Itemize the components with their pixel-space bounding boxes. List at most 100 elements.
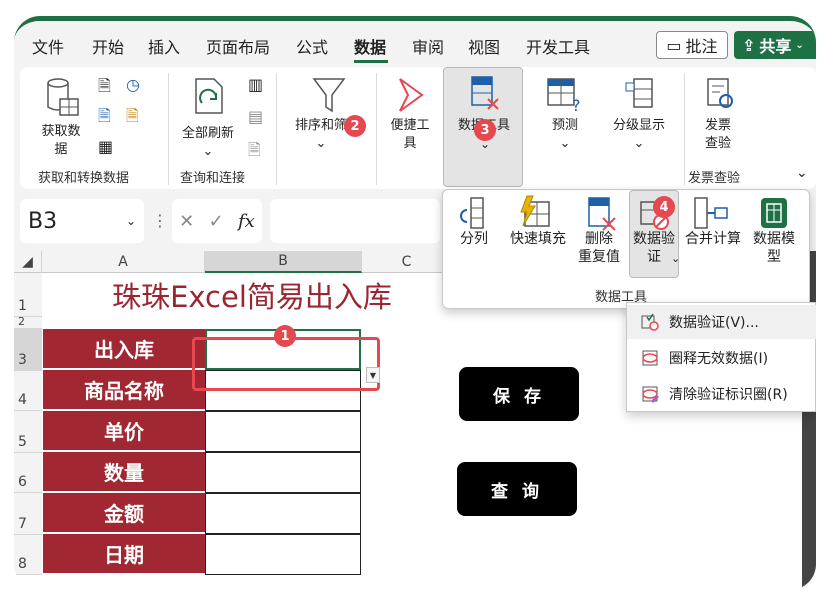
existing-connections-icon[interactable]: 🗎 xyxy=(126,105,139,132)
quick-tools-icon xyxy=(399,78,424,112)
share-button[interactable]: ⇪ 共享 ⌄ xyxy=(734,31,816,59)
tab-page-layout[interactable]: 页面布局 xyxy=(206,34,270,58)
remove-duplicates-icon xyxy=(588,197,616,231)
outline-icon xyxy=(625,78,653,108)
label-quantity[interactable]: 数量 xyxy=(43,452,205,492)
chevron-down-icon: ⌄ xyxy=(795,39,804,51)
text-to-columns-icon xyxy=(460,197,484,229)
from-web-icon[interactable]: 🗎 xyxy=(98,105,111,132)
name-box[interactable]: B3 ⌄ xyxy=(20,199,144,243)
tab-data[interactable]: 数据 xyxy=(354,34,386,58)
separator xyxy=(276,73,277,185)
quick-tools-button[interactable]: 便捷工 具 xyxy=(384,117,436,153)
dropdown-arrow-icon[interactable]: ▼ xyxy=(366,367,380,383)
formula-tools: ✕ ✓ fx xyxy=(172,199,262,243)
comment-button[interactable]: ▭ 批注 xyxy=(656,31,728,59)
row-header-7[interactable]: 7 xyxy=(14,493,42,535)
ribbon: 获取数 据 🗎 ◷ 🗎 🗎 ▦ 获取和转换数据 全部刷新 ⌄ ▥ ▤ 🗎 查询和连… xyxy=(20,67,816,189)
cancel-icon[interactable]: ✕ xyxy=(179,211,194,232)
outline-button[interactable]: 分级显示 ⌄ xyxy=(604,117,674,153)
filter-icon xyxy=(312,78,346,113)
refresh-all-icon xyxy=(195,78,223,114)
label-unit-price[interactable]: 单价 xyxy=(43,411,205,451)
menu-bar: 文件 开始 插入 页面布局 公式 数据 审阅 视图 开发工具 ▭ 批注 ⇪ 共享… xyxy=(14,21,816,67)
consolidate-button[interactable]: 合并计算 xyxy=(681,230,745,248)
formula-input[interactable] xyxy=(270,199,440,243)
invoice-check-button[interactable]: 发票 查验 xyxy=(696,117,740,153)
data-validation-menu: 数据验证(V)... 圈释无效数据(I) 清除验证标识圈(R) xyxy=(626,302,816,412)
menu-item-data-validation[interactable]: 数据验证(V)... xyxy=(627,305,816,339)
menu-item-label: 圈释无效数据(I) xyxy=(669,351,769,367)
menu-item-label: 清除验证标识圈(R) xyxy=(669,387,788,403)
get-data-button[interactable]: 获取数 据 xyxy=(36,123,86,159)
cell-b8[interactable] xyxy=(205,534,361,575)
database-icon xyxy=(47,78,79,116)
text-to-columns-button[interactable]: 分列 xyxy=(457,230,491,248)
save-button[interactable]: 保 存 xyxy=(459,367,579,421)
sheet-title[interactable]: 珠珠Excel简易出入库 xyxy=(42,273,462,317)
chevron-down-icon: ⌄ xyxy=(125,214,136,228)
ribbon-collapse-icon[interactable]: ⌄ xyxy=(796,165,808,181)
confirm-icon[interactable]: ✓ xyxy=(209,211,224,232)
column-header-c[interactable]: C xyxy=(362,251,452,273)
consolidate-icon xyxy=(694,197,728,229)
flash-fill-button[interactable]: 快速填充 xyxy=(505,230,571,248)
row-header-1[interactable]: 1 xyxy=(14,273,42,317)
tab-home[interactable]: 开始 xyxy=(92,34,124,58)
label-amount[interactable]: 金额 xyxy=(43,493,205,533)
row-header-3[interactable]: 3 xyxy=(14,329,42,371)
properties-icon[interactable]: ▤ xyxy=(248,107,263,126)
queries-icon[interactable]: ▥ xyxy=(248,75,263,94)
more-options-icon: ⋮ xyxy=(152,211,168,230)
remove-duplicates-button[interactable]: 删除 重复值 xyxy=(573,230,625,266)
chevron-down-icon: ⌄ xyxy=(671,252,681,265)
query-button[interactable]: 查 询 xyxy=(457,462,577,516)
refresh-all-button[interactable]: 全部刷新 ⌄ xyxy=(176,125,240,161)
invoice-check-icon xyxy=(707,78,733,108)
data-model-button[interactable]: 数据模 型 xyxy=(747,230,801,266)
column-header-a[interactable]: A xyxy=(42,251,205,273)
row-header-2[interactable]: 2 xyxy=(14,315,42,329)
share-icon: ⇪ xyxy=(742,35,756,55)
label-date[interactable]: 日期 xyxy=(43,534,205,574)
menu-item-clear-circles[interactable]: 清除验证标识圈(R) xyxy=(627,377,816,411)
label-in-out[interactable]: 出入库 xyxy=(43,329,205,369)
step-badge-4: 4 xyxy=(653,196,675,218)
forecast-button[interactable]: 预测 ⌄ xyxy=(540,117,590,153)
label-product-name[interactable]: 商品名称 xyxy=(43,370,205,410)
tab-review[interactable]: 审阅 xyxy=(412,34,444,58)
group-invoice-label: 发票查验 xyxy=(688,171,741,186)
data-validation-small-icon xyxy=(641,313,659,331)
separator xyxy=(684,73,685,185)
name-box-value: B3 xyxy=(28,208,58,234)
tab-view[interactable]: 视图 xyxy=(468,34,500,58)
edit-links-icon[interactable]: 🗎 xyxy=(248,139,261,166)
cell-b7[interactable] xyxy=(205,493,361,534)
group-queries-label: 查询和连接 xyxy=(180,171,246,186)
step-badge-2: 2 xyxy=(344,115,366,137)
separator xyxy=(376,73,377,185)
column-header-b[interactable]: B xyxy=(205,251,362,273)
tab-developer[interactable]: 开发工具 xyxy=(526,34,590,58)
step-badge-3: 3 xyxy=(474,119,496,141)
tab-file[interactable]: 文件 xyxy=(32,34,64,58)
insert-function-icon[interactable]: fx xyxy=(238,211,255,232)
tab-insert[interactable]: 插入 xyxy=(148,34,180,58)
cell-b5[interactable] xyxy=(205,411,361,452)
menu-item-circle-invalid[interactable]: 圈释无效数据(I) xyxy=(627,341,816,375)
row-header-6[interactable]: 6 xyxy=(14,453,42,493)
from-text-icon[interactable]: 🗎 xyxy=(98,75,111,102)
cell-b6[interactable] xyxy=(205,452,361,493)
row-header-8[interactable]: 8 xyxy=(14,535,42,575)
clear-circles-icon xyxy=(642,386,659,403)
row-header-4[interactable]: 4 xyxy=(14,371,42,411)
circle-invalid-icon xyxy=(642,350,658,366)
from-table-icon[interactable]: ▦ xyxy=(98,137,113,156)
row-header-5[interactable]: 5 xyxy=(14,411,42,453)
data-model-icon xyxy=(761,198,787,228)
tab-formulas[interactable]: 公式 xyxy=(296,34,328,58)
comment-icon: ▭ xyxy=(666,35,682,55)
data-tools-panel: 分列 快速填充 删除 重复值 数据验 证 ⌄ 4 合并计算 数据模 型 数据工具 xyxy=(442,189,810,309)
select-all-corner[interactable]: ◢ xyxy=(14,251,42,273)
recent-sources-icon[interactable]: ◷ xyxy=(126,75,140,94)
